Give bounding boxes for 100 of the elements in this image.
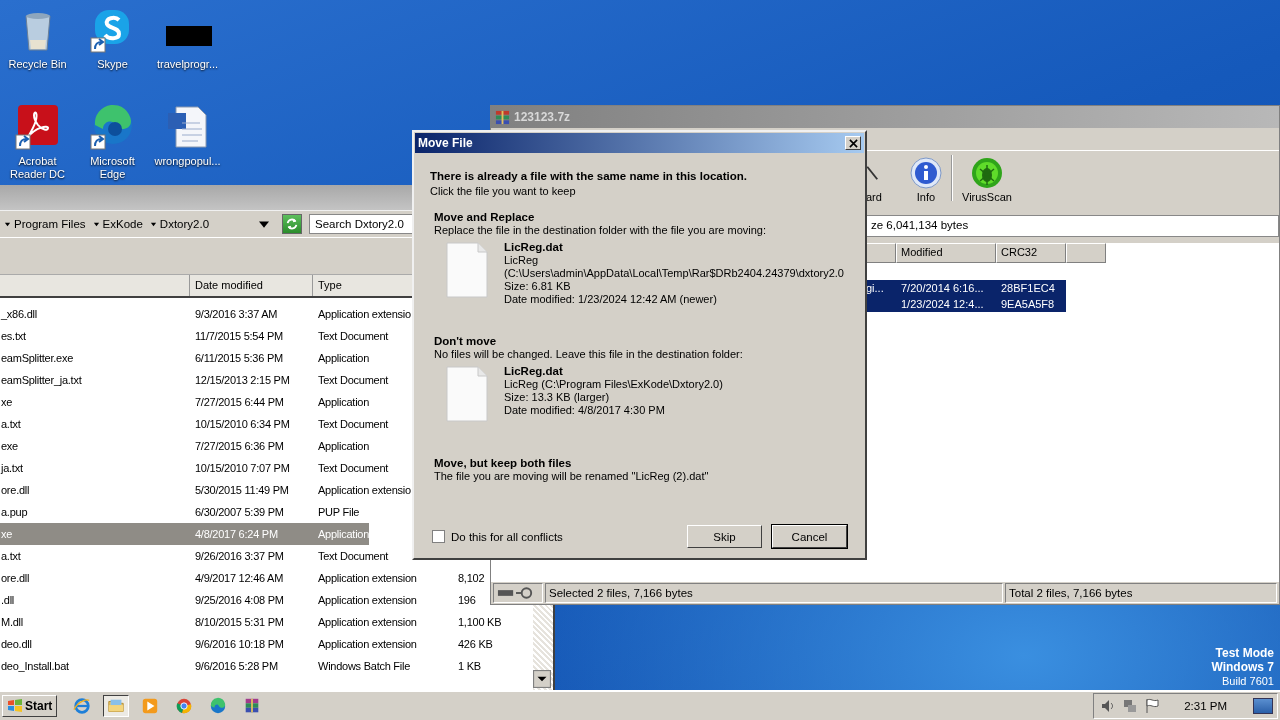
desktop-icon-label[interactable]: Acrobat Reader DC	[1, 155, 74, 181]
start-button[interactable]: Start	[2, 695, 58, 717]
option-title[interactable]: Move, but keep both files	[434, 456, 847, 470]
dialog-button[interactable]: Skip	[687, 525, 762, 548]
folder-icon[interactable]	[103, 695, 130, 717]
column-header[interactable]: Modified	[896, 243, 996, 263]
archive-row[interactable]: gi... 7/20/2014 6:16... 28BF1EC4	[866, 280, 1066, 296]
file-detail[interactable]: Size: 6.81 KB	[504, 280, 844, 293]
toolbar-button[interactable]: VirusScan	[958, 155, 1016, 206]
dropdown-icon[interactable]	[259, 219, 269, 229]
dialog-heading: There is already a file with the same name in this location.	[430, 169, 748, 184]
file-detail[interactable]: LicReg	[504, 254, 844, 267]
file-name[interactable]: LicReg.dat	[504, 364, 723, 378]
breadcrumb-item[interactable]: Dxtory2.0	[159, 218, 210, 230]
file-name: a.txt	[0, 418, 22, 430]
file-row[interactable]: eamSplitter_ja.txt 12/15/2013 2:15 PM Text Document	[0, 369, 389, 391]
address-field[interactable]: ze 6,041,134 bytes	[866, 215, 1279, 237]
dialog-button[interactable]: Cancel	[772, 525, 847, 548]
file-detail[interactable]: LicReg (C:\Program Files\ExKode\Dxtory2.0)	[504, 378, 723, 391]
caret-icon[interactable]	[4, 220, 11, 228]
test-mode-notice: Windows 7	[1211, 660, 1274, 674]
type-cell-text: Windows Batch File	[317, 660, 412, 672]
file-detail[interactable]: Size: 13.3 KB (larger)	[504, 391, 723, 404]
option-description[interactable]: The file you are moving will be renamed "LicReg (2).dat"	[434, 470, 847, 483]
file-row[interactable]: deo_Install.bat 9/6/2016 5:28 PM Windows Batch File 1 KB	[0, 655, 490, 677]
test-mode-notice: Test Mode	[1215, 646, 1274, 660]
desktop-icon-label[interactable]: Recycle Bin	[1, 58, 74, 71]
file-name: es.txt	[0, 330, 27, 342]
type-cell-text: Application extension	[317, 594, 418, 606]
desktop-icon-label[interactable]: travelprogr...	[151, 58, 224, 71]
date-cell-text: 7/27/2015 6:44 PM	[194, 396, 285, 408]
checkbox[interactable]	[432, 530, 445, 543]
status-icons-drawing	[497, 586, 535, 600]
file-name: ore.dll	[0, 572, 31, 584]
desktop-icon-label[interactable]: wrongpopul...	[151, 155, 224, 168]
type-cell-text: Application extension	[317, 616, 418, 628]
type-cell-text: Text Document	[317, 550, 389, 562]
file-row[interactable]: a.txt 9/26/2016 3:37 PM Text Document	[0, 545, 389, 567]
file-row[interactable]: a.txt 10/15/2010 6:34 PM Text Document	[0, 413, 389, 435]
file-name: a.pup	[0, 506, 29, 518]
caret-icon[interactable]	[92, 220, 100, 228]
breadcrumb-item[interactable]: ExKode	[102, 218, 143, 230]
refresh-button[interactable]	[282, 214, 302, 234]
file-row[interactable]: ore.dll 5/30/2015 11:49 PM Application extensio	[0, 479, 411, 501]
option-description[interactable]: No files will be changed. Leave this file in the destination folder:	[434, 348, 847, 361]
file-row[interactable]: xe 7/27/2015 6:44 PM Application	[0, 391, 370, 413]
caret-icon[interactable]	[149, 220, 157, 228]
file-row[interactable]: a.pup 6/30/2007 5:39 PM PUP File	[0, 501, 360, 523]
file-row[interactable]: _x86.dll 9/3/2016 3:37 AM Application extensio	[0, 303, 411, 325]
file-detail[interactable]: Date modified: 1/23/2024 12:42 AM (newer)	[504, 293, 844, 306]
file-detail[interactable]: (C:\Users\admin\AppData\Local\Temp\Rar$DRb2404.24379\dxtory2.0	[504, 267, 844, 280]
file-name: eamSplitter.exe	[0, 352, 75, 364]
file-row[interactable]: .dll 9/25/2016 4:08 PM Application extension 196	[0, 589, 490, 611]
file-name: xe	[0, 396, 14, 408]
archive-row[interactable]: 1/23/2024 12:4... 9EA5A5F8	[866, 296, 1066, 312]
column-header[interactable]: CRC32	[996, 243, 1066, 263]
window-title: 123123.7z	[514, 110, 571, 124]
file-row[interactable]: M.dll 8/10/2015 5:31 PM Application extension 1,100 KB	[0, 611, 502, 633]
file-row[interactable]: es.txt 11/7/2015 5:54 PM Text Document	[0, 325, 389, 347]
file-name[interactable]: LicReg.dat	[504, 240, 844, 254]
date-cell-text: 6/30/2007 5:39 PM	[194, 506, 285, 518]
file-row[interactable]: ore.dll 4/9/2017 12:46 AM Application extension 8,102	[0, 567, 490, 589]
size-cell: 426 KB	[458, 638, 493, 650]
file-row[interactable]: eamSplitter.exe 6/11/2015 5:36 PM Application	[0, 347, 370, 369]
status-text: Total 2 files, 7,166 bytes	[1005, 583, 1277, 603]
flag-icon[interactable]	[1144, 698, 1161, 714]
column-header[interactable]: Date modified	[190, 275, 313, 296]
file-row[interactable]: deo.dll 9/6/2016 10:18 PM Application extension 426 KB	[0, 633, 493, 655]
info-icon[interactable]	[910, 157, 942, 189]
archive-icon	[495, 109, 510, 125]
clock[interactable]: 2:31 PM	[1184, 700, 1227, 712]
file-detail[interactable]: Date modified: 4/8/2017 4:30 PM	[504, 404, 723, 417]
type-cell-text: Application	[317, 528, 370, 540]
date-cell-text: 9/6/2016 10:18 PM	[194, 638, 285, 650]
file-row[interactable]: ja.txt 10/15/2010 7:07 PM Text Document	[0, 457, 389, 479]
date-cell: 1/23/2024 12:4...	[901, 298, 984, 310]
file-name: _x86.dll	[0, 308, 38, 320]
file-name: deo_Install.bat	[0, 660, 70, 672]
file-name: M.dll	[0, 616, 24, 628]
toolbar-button[interactable]: ard	[866, 155, 896, 206]
scroll-down-icon[interactable]	[533, 670, 551, 688]
bug-icon[interactable]	[970, 157, 1003, 189]
show-desktop-button[interactable]	[1253, 698, 1273, 714]
file-row[interactable]: exe 7/27/2015 6:36 PM Application	[0, 435, 370, 457]
file-name: ore.dll	[0, 484, 31, 496]
option-title[interactable]: Don't move	[434, 334, 847, 348]
type-cell-text: Text Document	[317, 330, 389, 342]
breadcrumb-item[interactable]: Program Files	[14, 218, 86, 230]
file-name: ja.txt	[0, 462, 24, 474]
date-cell-text: 5/30/2015 11:49 PM	[194, 484, 290, 496]
network-icon[interactable]	[1122, 698, 1139, 714]
desktop-icon-label[interactable]: Microsoft Edge	[76, 155, 149, 181]
file-name: eamSplitter_ja.txt	[0, 374, 83, 386]
status-text: Selected 2 files, 7,166 bytes	[545, 583, 1003, 603]
toolbar-button[interactable]: Info	[906, 155, 946, 206]
desktop-icon-label[interactable]: Skype	[76, 58, 149, 71]
size-cell-text: 8,102	[458, 572, 486, 584]
checkbox-label[interactable]: Do this for all conflicts	[451, 530, 563, 543]
type-cell-text: Application extensio	[317, 484, 411, 496]
file-name: exe	[0, 440, 19, 452]
